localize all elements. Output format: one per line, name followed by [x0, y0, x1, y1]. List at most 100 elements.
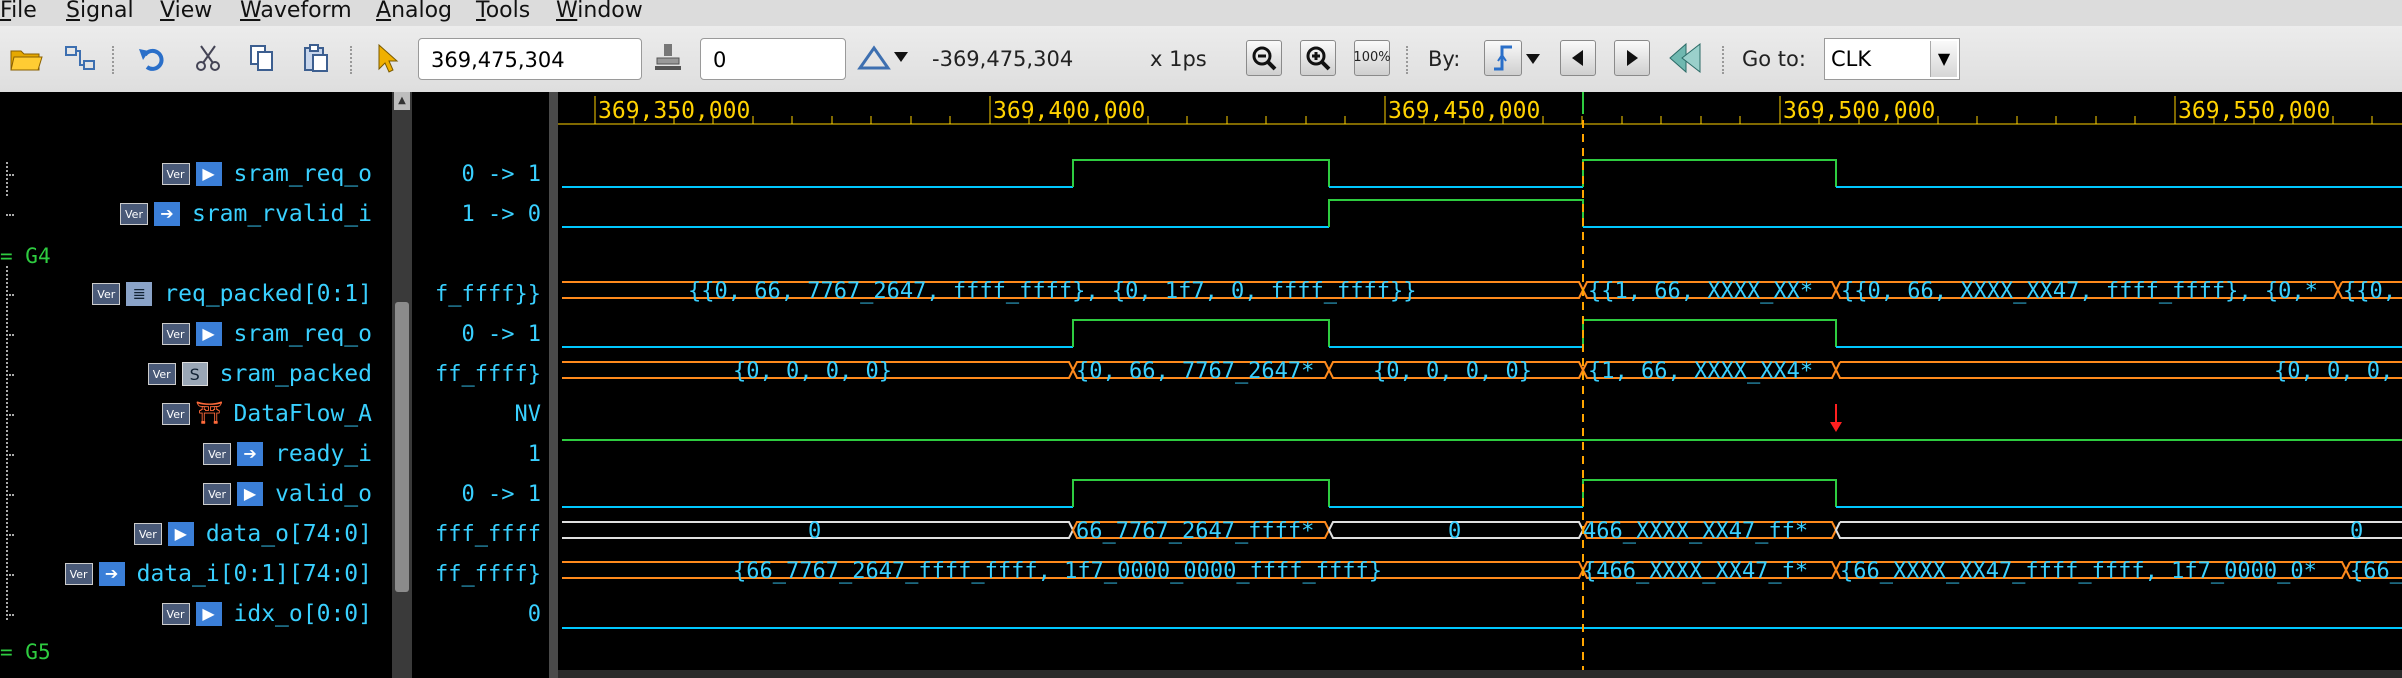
pointer-icon[interactable] — [372, 40, 402, 76]
verilog-icon: Ver — [161, 403, 190, 425]
paste-icon[interactable] — [298, 40, 334, 76]
goto-value: CLK — [1831, 47, 1872, 71]
hierarchy-icon[interactable] — [62, 40, 98, 76]
menu-window[interactable]: Window — [556, 0, 643, 23]
copy-icon[interactable] — [244, 40, 280, 76]
delta-time-field[interactable]: 0 — [700, 38, 846, 80]
goto-select[interactable]: CLK ▼ — [1824, 38, 1960, 80]
stamp-icon[interactable] — [650, 40, 686, 76]
bus-value: {1, 66, XXXX_XX4* — [1588, 359, 1813, 384]
edge-search-icon[interactable] — [1484, 40, 1522, 76]
wave-sram-req-o[interactable] — [562, 159, 2402, 188]
output-port-icon: ▶ — [195, 322, 222, 346]
scrollbar-thumb[interactable] — [395, 302, 409, 592]
zoom-out-icon[interactable] — [1246, 40, 1282, 76]
zoom-100-icon[interactable]: 100% — [1353, 40, 1391, 76]
bus-value: {66_XXXX_XX47_ffff_ffff, 1f7_0000_0* — [1840, 559, 2317, 584]
folder-open-icon[interactable] — [8, 40, 44, 76]
bus-value: {0, 0, 0, 0} — [733, 359, 892, 384]
signal-names-pane: = G4 = G5 Ver ▶ sram_req_o Ver ➔ sram_rvalid… — [0, 92, 392, 678]
verilog-icon: Ver — [203, 483, 232, 505]
signal-row[interactable]: Ver ▶ sram_req_o — [161, 159, 372, 189]
input-port-icon: ➔ — [98, 562, 125, 586]
menu-signal[interactable]: Signal — [66, 0, 134, 23]
verilog-icon: Ver — [161, 603, 190, 625]
struct-array-icon: ≣ — [126, 282, 153, 306]
bus-value: 66_7767_2647_ffff* — [1076, 519, 1314, 544]
output-port-icon: ▶ — [195, 602, 222, 626]
bus-value: {{0, — [2343, 279, 2396, 304]
signal-value: f_ffff}} — [435, 282, 541, 307]
verilog-icon: Ver — [161, 163, 190, 185]
menu-file[interactable]: File — [0, 0, 37, 23]
delta-icon[interactable] — [856, 42, 912, 74]
dataflow-marker[interactable] — [1830, 404, 1842, 432]
signal-row[interactable]: Ver ▶ data_o[74:0] — [133, 519, 372, 549]
prev-icon[interactable] — [1560, 40, 1596, 76]
signal-row[interactable]: Ver ➔ ready_i — [203, 439, 372, 469]
pane-splitter[interactable] — [549, 92, 558, 678]
time-ruler[interactable]: 369,350,000 369,400,000 369,450,000 369,… — [558, 92, 2402, 130]
bus-value: {0, 66, 7767_2647* — [1076, 359, 1314, 384]
verilog-icon: Ver — [203, 443, 232, 465]
wave-sram-rvalid-i[interactable] — [562, 199, 2402, 228]
ruler-label: 369,350,000 — [598, 98, 750, 124]
bus-value: {66_7767_2647_ffff_ffff, 1f7_0000_0000_f… — [733, 559, 1382, 584]
signal-values-pane: 0 -> 1 1 -> 0 f_ffff}} 0 -> 1 ff_ffff} N… — [412, 92, 549, 678]
zoom-in-icon[interactable] — [1300, 40, 1336, 76]
signal-row[interactable]: Ver ▶ valid_o — [203, 479, 372, 509]
waveform-pane[interactable]: 369,350,000 369,400,000 369,450,000 369,… — [558, 92, 2402, 678]
signal-row[interactable]: Ver ⛩ DataFlow_A — [161, 399, 372, 429]
bus-value: {0, 0, 0, 0} — [1373, 359, 1532, 384]
undo-icon[interactable] — [134, 40, 170, 76]
signal-value: 1 — [527, 442, 541, 467]
chevron-down-icon[interactable] — [1524, 50, 1542, 68]
signal-value: 0 -> 1 — [461, 322, 541, 347]
group-g5[interactable]: = G5 — [0, 640, 51, 664]
group-g4[interactable]: = G4 — [0, 244, 51, 268]
verilog-icon: Ver — [92, 283, 121, 305]
wave-valid-o[interactable] — [562, 479, 2402, 508]
menu-waveform[interactable]: Waveform — [240, 0, 352, 23]
next-icon[interactable] — [1614, 40, 1650, 76]
wave-sram-req-o-2[interactable] — [562, 319, 2402, 348]
bus-value: {466_XXXX_XX47_f* — [1583, 559, 1808, 584]
verilog-icon: Ver — [161, 323, 190, 345]
toolbar: 369,475,304 0 -369,475,304 x 1ps 100% By… — [0, 26, 2402, 93]
ruler-label: 369,500,000 — [1783, 98, 1935, 124]
ruler-label: 369,550,000 — [2178, 98, 2330, 124]
names-scrollbar[interactable]: ▲ — [392, 92, 412, 678]
signal-value: ff_ffff} — [435, 362, 541, 387]
cut-icon[interactable] — [190, 40, 226, 76]
signal-row[interactable]: Ver ➔ data_i[0:1][74:0] — [64, 559, 372, 589]
verilog-icon: Ver — [64, 563, 93, 585]
menu-tools[interactable]: Tools — [476, 0, 530, 23]
signal-row[interactable]: Ver ▶ idx_o[0:0] — [161, 599, 372, 629]
signal-row[interactable]: Ver ▶ sram_req_o — [161, 319, 372, 349]
time-scale: x 1ps — [1150, 47, 1207, 71]
verilog-icon: Ver — [119, 203, 148, 225]
bus-value: 466_XXXX_XX47_ff* — [1583, 519, 1808, 544]
output-port-icon: ▶ — [237, 482, 264, 506]
wave-data-o[interactable] — [562, 521, 2402, 539]
signal-row[interactable]: Ver ≣ req_packed[0:1] — [92, 279, 372, 309]
signal-value: ff_ffff} — [435, 562, 541, 587]
chevron-down-icon[interactable]: ▼ — [1930, 41, 1957, 77]
signal-row[interactable]: Ver Ssram_packed — [147, 359, 372, 389]
cursor-time-field[interactable]: 369,475,304 — [418, 38, 642, 80]
bus-value: 0 — [2350, 519, 2363, 544]
dataflow-icon: ⛩ — [195, 401, 224, 426]
bus-value: {0, 0, 0, — [2274, 359, 2393, 384]
signal-row[interactable]: Ver ➔ sram_rvalid_i — [119, 199, 372, 229]
ruler-label: 369,450,000 — [1388, 98, 1540, 124]
horizontal-scrollbar[interactable] — [558, 670, 2402, 678]
goto-label: Go to: — [1742, 47, 1806, 71]
by-label: By: — [1428, 47, 1461, 71]
scroll-up-icon[interactable]: ▲ — [394, 92, 410, 110]
struct-icon: S — [181, 362, 208, 386]
menu-analog[interactable]: Analog — [376, 0, 452, 23]
back-icon[interactable] — [1664, 40, 1708, 76]
output-port-icon: ▶ — [167, 522, 194, 546]
menu-view[interactable]: View — [160, 0, 212, 23]
input-port-icon: ➔ — [237, 442, 264, 466]
